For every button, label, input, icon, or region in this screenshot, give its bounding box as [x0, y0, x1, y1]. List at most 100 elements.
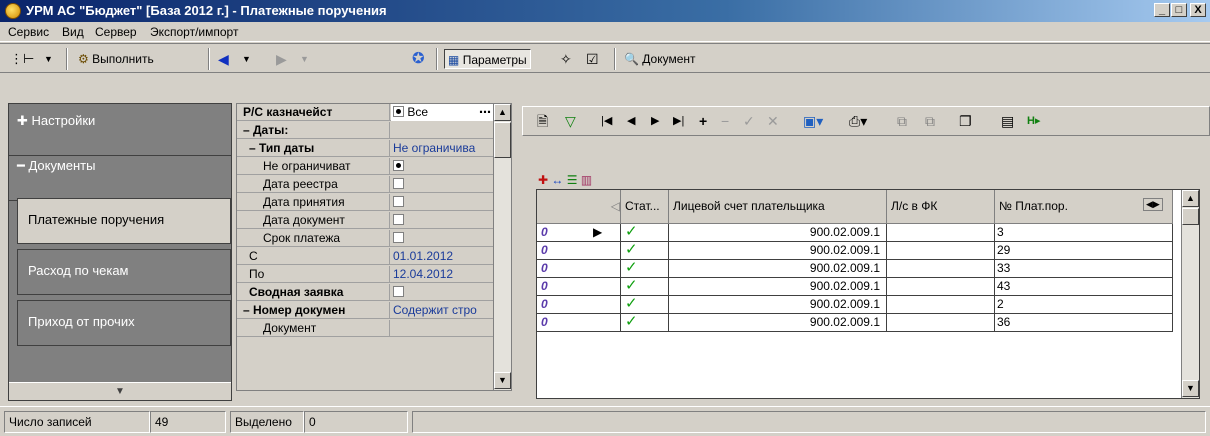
prev-record-icon[interactable]: ◀ [627, 112, 635, 130]
grid-vertical-scrollbar[interactable]: ▲ ▼ [1181, 190, 1199, 398]
delete-icon[interactable]: − [721, 112, 729, 130]
table-row[interactable]: 0 ✓ 900.02.009.1 43 [537, 278, 1199, 296]
header-scroll-controls[interactable]: ◀▶ [1143, 198, 1163, 211]
more-icon[interactable]: H▸ [1027, 112, 1040, 130]
param-value[interactable] [391, 158, 493, 175]
filter-icon[interactable]: ▽ [565, 112, 576, 130]
checkbox[interactable] [393, 232, 404, 244]
wand-icon[interactable]: ✧ [560, 49, 572, 69]
row-indicator: 0 ▶ [537, 224, 621, 242]
param-row[interactable]: По 12.04.2012 [237, 266, 493, 283]
document-button[interactable]: 🔍 Документ [624, 49, 696, 69]
param-row[interactable]: Р/С казначейст Все ⋯ [237, 104, 493, 121]
calculator-icon[interactable]: ▤ [1001, 112, 1014, 130]
checkbox[interactable] [393, 178, 404, 190]
param-row[interactable]: Срок платежа [237, 230, 493, 247]
list-icon[interactable]: ☰ [567, 173, 578, 187]
menu-export-import[interactable]: Экспорт/импорт [150, 25, 238, 39]
param-value[interactable] [391, 320, 493, 337]
checkbox[interactable] [393, 214, 404, 226]
param-row[interactable]: – Тип даты Не ограничива [237, 140, 493, 157]
first-record-icon[interactable]: |◀ [601, 112, 612, 130]
param-row[interactable]: Дата документ [237, 212, 493, 229]
scroll-down-button[interactable]: ▼ [494, 372, 511, 389]
param-row[interactable]: Дата реестра [237, 176, 493, 193]
menu-service[interactable]: Сервис [8, 25, 49, 39]
nav-item-payment-orders[interactable]: Платежные поручения [17, 198, 231, 244]
forward-arrow-icon[interactable]: ▶ [276, 49, 287, 69]
param-value[interactable] [391, 212, 493, 229]
maximize-button[interactable]: □ [1171, 3, 1187, 17]
report-icon[interactable]: 🗎 [537, 112, 548, 130]
param-row[interactable]: С 01.01.2012 [237, 248, 493, 265]
table-row[interactable]: 0 ▶ ✓ 900.02.009.1 3 [537, 224, 1199, 242]
params-scrollbar[interactable]: ▲ ▼ [493, 104, 511, 390]
nav-item-other-income[interactable]: Приход от прочих [17, 300, 231, 346]
param-value[interactable] [391, 176, 493, 193]
param-row[interactable]: – Номер докумен Содержит стро [237, 302, 493, 319]
param-row[interactable]: Не ограничиват [237, 158, 493, 175]
param-row[interactable]: Документ [237, 320, 493, 337]
scroll-down-button[interactable]: ▼ [1182, 380, 1199, 397]
toolbar-separator [436, 48, 438, 70]
close-button[interactable]: X [1190, 3, 1206, 17]
tree-icon[interactable]: ⋮⊢ [10, 49, 34, 69]
documents-table[interactable]: ◁ Стат... Лицевой счет плательщика Л/с в… [536, 189, 1200, 399]
menu-view[interactable]: Вид [62, 25, 84, 39]
checkbox[interactable] [393, 160, 404, 172]
scroll-up-button[interactable]: ▲ [1182, 190, 1199, 207]
checkbox[interactable] [393, 286, 404, 298]
table-row[interactable]: 0 ✓ 900.02.009.1 29 [537, 242, 1199, 260]
print-icon[interactable]: ⎙▾ [849, 112, 867, 130]
scroll-thumb[interactable] [494, 122, 511, 158]
attach-multi-icon[interactable]: ⧉ [925, 112, 935, 130]
connect-icon[interactable]: ✪ [412, 49, 425, 69]
checkbox-icon[interactable]: ☑ [586, 49, 599, 69]
order-number-cell: 36 [995, 314, 1173, 332]
column-header-account[interactable]: Лицевой счет плательщика [669, 190, 887, 224]
nav-scroll-down-button[interactable]: ▼ [9, 382, 231, 400]
last-record-icon[interactable]: ▶| [673, 112, 684, 130]
column-header-fk-account[interactable]: Л/с в ФК [887, 190, 995, 224]
chevron-down-icon[interactable]: ▼ [242, 49, 251, 69]
chevron-down-icon[interactable]: ▼ [300, 49, 309, 69]
export-icon[interactable]: ▣▾ [803, 112, 823, 130]
swap-icon[interactable]: ↔ [551, 173, 563, 187]
param-value[interactable]: Содержит стро [391, 302, 493, 319]
nav-documents-header[interactable]: ━ Документы [9, 149, 231, 201]
scroll-thumb[interactable] [1182, 208, 1199, 225]
scroll-up-button[interactable]: ▲ [494, 104, 511, 121]
menu-server[interactable]: Сервер [95, 25, 137, 39]
param-value[interactable] [391, 194, 493, 211]
copy-icon[interactable]: ❐ [959, 112, 972, 130]
chevron-down-icon[interactable]: ▼ [44, 49, 53, 69]
add-icon[interactable]: + [699, 112, 707, 130]
execute-button[interactable]: ⚙ Выполнить [78, 49, 154, 69]
checkbox[interactable] [393, 196, 404, 208]
nav-item-check-expenses[interactable]: Расход по чекам [17, 249, 231, 295]
param-row[interactable]: Сводная заявка [237, 284, 493, 301]
ellipsis-button[interactable]: ⋯ [479, 104, 491, 120]
param-value[interactable]: Все ⋯ [391, 104, 493, 121]
param-row[interactable]: Дата принятия [237, 194, 493, 211]
table-row[interactable]: 0 ✓ 900.02.009.1 36 [537, 314, 1199, 332]
parameters-grid: Р/С казначейст Все ⋯ – Даты: – Тип даты … [236, 103, 512, 391]
column-header-status[interactable]: Стат... [621, 190, 669, 224]
params-button[interactable]: ▦ Параметры [444, 49, 531, 69]
cancel-icon[interactable]: ✕ [767, 112, 779, 130]
attach-icon[interactable]: ⧉ [897, 112, 907, 130]
param-value[interactable]: Не ограничива [391, 140, 493, 157]
param-value[interactable] [391, 284, 493, 301]
next-record-icon[interactable]: ▶ [651, 112, 659, 130]
param-value[interactable]: 12.04.2012 [391, 266, 493, 283]
table-row[interactable]: 0 ✓ 900.02.009.1 33 [537, 260, 1199, 278]
mark-icon[interactable]: ✚ [538, 173, 548, 187]
columns-icon[interactable]: ▥ [581, 173, 592, 187]
param-row[interactable]: – Даты: [237, 122, 493, 139]
param-value[interactable] [391, 230, 493, 247]
confirm-icon[interactable]: ✓ [743, 112, 755, 130]
table-row[interactable]: 0 ✓ 900.02.009.1 2 [537, 296, 1199, 314]
param-value[interactable]: 01.01.2012 [391, 248, 493, 265]
back-arrow-icon[interactable]: ◀ [218, 49, 229, 69]
minimize-button[interactable]: _ [1154, 3, 1170, 17]
